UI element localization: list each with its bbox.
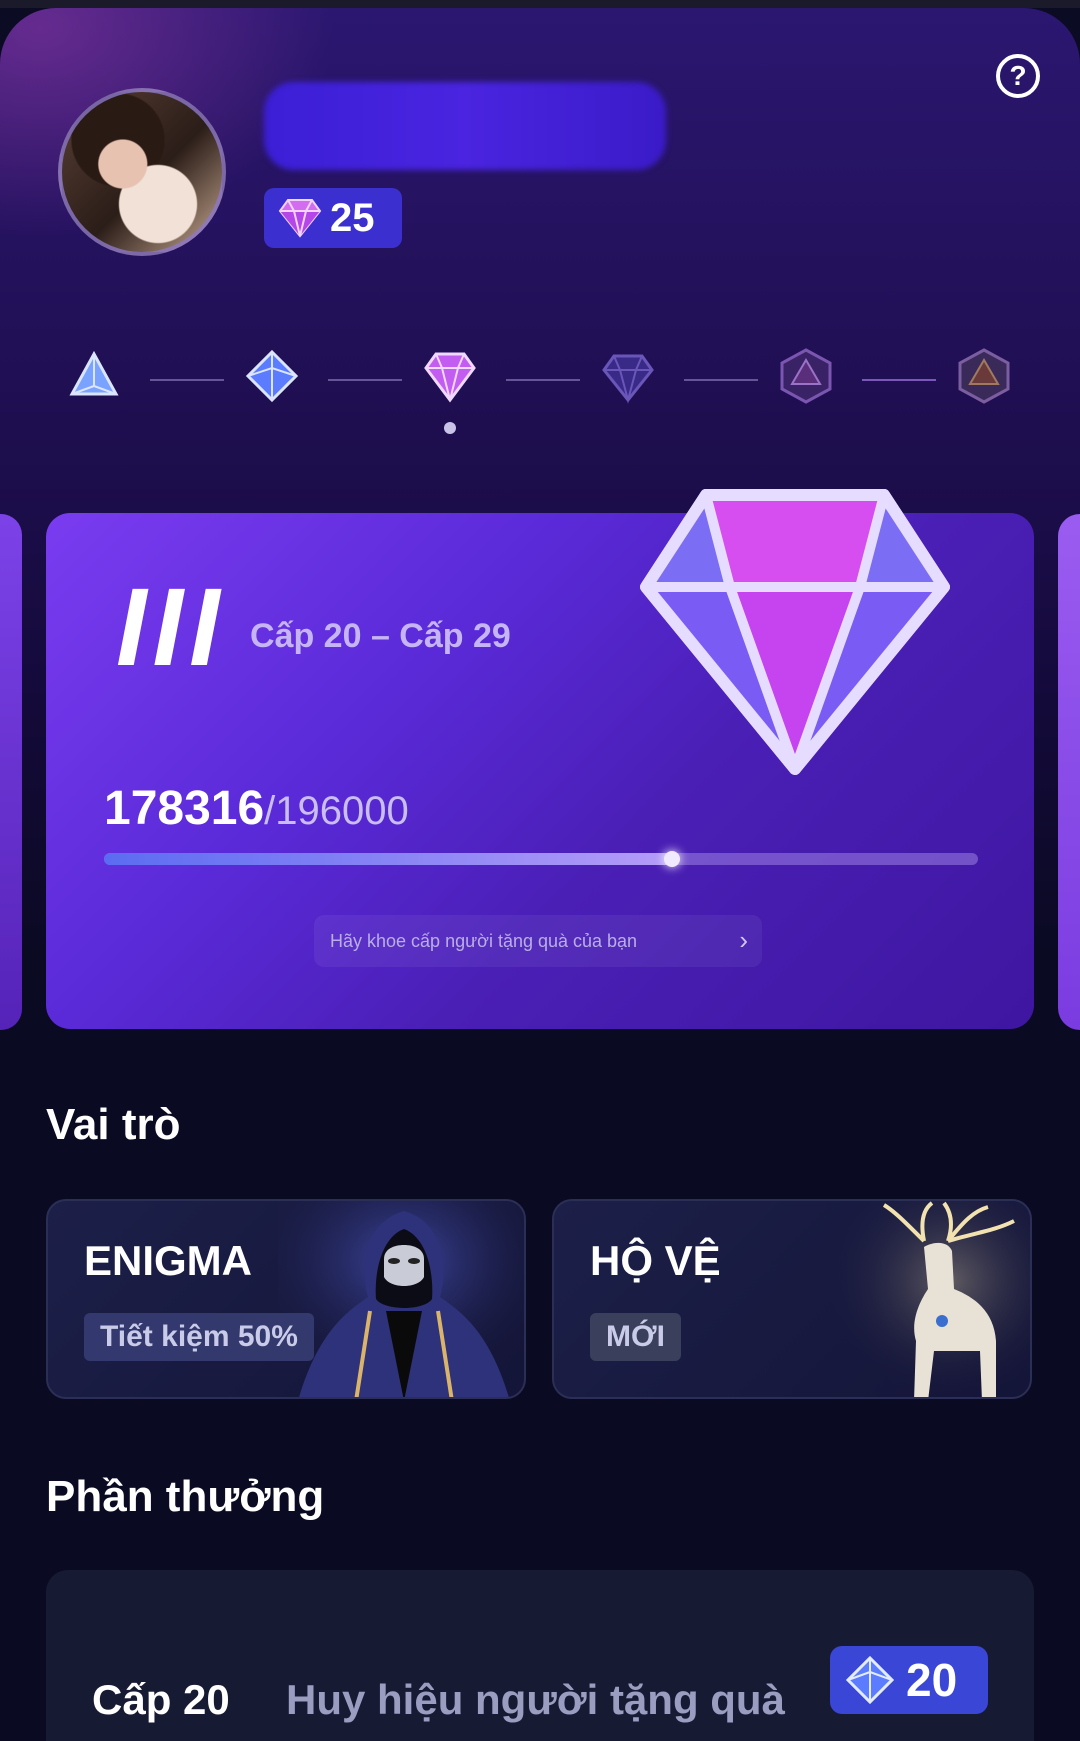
role-card-enigma[interactable]: ENIGMA Tiết kiệm 50% [46,1199,526,1399]
level-progress-fill [104,851,680,867]
role-title-guardian: HỘ VỆ [590,1237,721,1284]
role-tag-enigma: Tiết kiệm 50% [84,1313,314,1361]
purple-diamond-icon [278,199,322,238]
enigma-hooded-figure-icon [278,1201,524,1397]
level-progress-bar [104,851,978,867]
glowing-deer-icon [824,1201,1030,1397]
share-level-button[interactable]: Hãy khoe cấp người tặng quà của bạn › [314,915,762,967]
roles-section-title: Vai trò [46,1100,181,1149]
hexagon-gem-icon[interactable] [956,348,1012,404]
diamond-count: 25 [330,195,375,240]
level-card: III Cấp 20 – Cấp 29 178316/196000 Hãy kh… [46,489,1034,1029]
tier-connector [150,379,224,381]
tier-connector [328,379,402,381]
role-card-guardian[interactable]: HỘ VỆ MỚI [552,1199,1032,1399]
tier-connector [862,379,936,381]
purple-diamond-icon[interactable] [422,348,478,404]
reward-badge-level: 20 [906,1654,958,1706]
reward-badge: 20 [830,1646,988,1714]
large-diamond-icon [640,489,950,775]
reward-level: Cấp 20 [92,1676,230,1723]
reward-description: Huy hiệu người tặng quà [286,1676,785,1723]
avatar[interactable] [58,88,226,256]
reward-item[interactable]: Cấp 20 Huy hiệu người tặng quà 20 [46,1570,1034,1741]
next-level-card[interactable] [1058,514,1080,1030]
chevron-right-icon: › [739,925,748,955]
role-title-enigma: ENIGMA [84,1237,252,1284]
level-roman-numeral: III [116,566,226,689]
blue-diamond-icon[interactable] [244,348,300,404]
username-redacted [264,82,666,170]
share-level-text: Hãy khoe cấp người tặng quà của bạn [330,930,638,951]
role-tag-new: MỚI [590,1313,681,1361]
current-points: 178316 [104,782,265,835]
points-progress: 178316/196000 [104,781,409,836]
dark-diamond-icon[interactable] [600,348,656,404]
blue-diamond-icon [845,1655,895,1705]
level-range: Cấp 20 – Cấp 29 [250,617,511,655]
level-progress-knob [663,851,680,867]
total-points: /196000 [264,789,409,833]
gifter-level-sheet: ? 25 III Cấp 20 – Cấp 29 178316/196000 H… [0,8,1080,1741]
triangle-gem-icon[interactable] [66,348,122,404]
top-strip [0,0,1080,8]
hexagon-gem-icon[interactable] [778,348,834,404]
tier-progression [0,348,1080,428]
tier-connector [506,379,580,381]
tier-connector [684,379,758,381]
diamond-level-badge: 25 [264,188,402,248]
rewards-section-title: Phần thưởng [46,1472,325,1521]
help-icon[interactable]: ? [996,54,1040,98]
previous-level-card[interactable] [0,514,22,1030]
current-tier-indicator [444,422,456,434]
